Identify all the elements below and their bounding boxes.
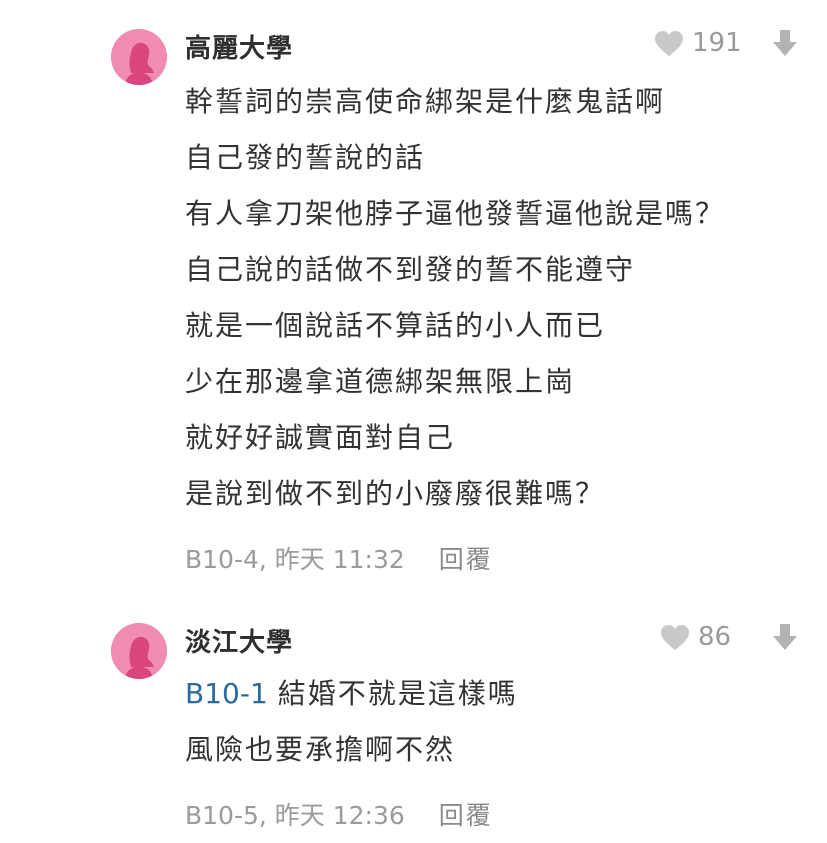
floor-timestamp: B10-5, 昨天 12:36: [185, 801, 405, 830]
comment-line: 就是一個說話不算話的小人而已: [185, 309, 606, 342]
like-count: 191: [692, 28, 742, 58]
comment-meta: B10-4, 昨天 11:32 回覆: [185, 540, 493, 576]
avatar[interactable]: [111, 623, 167, 679]
comment-line: 是說到做不到的小廢廢很難嗎？: [185, 477, 606, 510]
comment-meta: B10-5, 昨天 12:36 回覆: [185, 796, 493, 832]
reply-button[interactable]: 回覆: [439, 801, 493, 830]
like-button[interactable]: 191: [654, 28, 742, 58]
reply-button[interactable]: 回覆: [439, 545, 493, 574]
comment-line: 就好好誠實面對自己: [185, 421, 456, 454]
comment-line: 幹誓詞的崇高使命綁架是什麼鬼話啊: [185, 85, 666, 118]
comment-author[interactable]: 高麗大學: [185, 28, 293, 65]
comment-line: 有人拿刀架他脖子逼他發誓逼他說是嗎？: [185, 197, 726, 230]
like-count: 86: [698, 622, 732, 652]
comment-line: 自己發的誓說的話: [185, 141, 426, 174]
thumb-down-arrow-icon[interactable]: [772, 623, 798, 651]
thumb-down-arrow-icon[interactable]: [772, 29, 798, 57]
female-avatar-icon: [111, 29, 167, 85]
comment-line: B10-1 結婚不就是這樣嗎: [185, 672, 518, 712]
reply-floor-link[interactable]: B10-1: [185, 677, 268, 710]
female-avatar-icon: [111, 623, 167, 679]
floor-timestamp: B10-4, 昨天 11:32: [185, 545, 405, 574]
comment-author[interactable]: 淡江大學: [185, 622, 293, 659]
heart-icon: [661, 624, 689, 650]
heart-icon: [655, 30, 683, 56]
comment-line: 少在那邊拿道德綁架無限上崗: [185, 365, 576, 398]
comment-line: 風險也要承擔啊不然: [185, 733, 456, 766]
comment-line-text: 結婚不就是這樣嗎: [277, 677, 518, 710]
like-button[interactable]: 86: [660, 622, 731, 652]
comment-item: 高麗大學 191 幹誓詞的崇高使命綁架是什麼鬼話啊 自己發的誓說的話 有人拿刀架…: [0, 0, 827, 600]
avatar[interactable]: [111, 29, 167, 85]
comment-item: 淡江大學 86 B10-1 結婚不就是這樣嗎 風險也要承擔啊不然 B10-5, 昨…: [0, 600, 827, 843]
comment-line: 自己說的話做不到發的誓不能遵守: [185, 253, 636, 286]
